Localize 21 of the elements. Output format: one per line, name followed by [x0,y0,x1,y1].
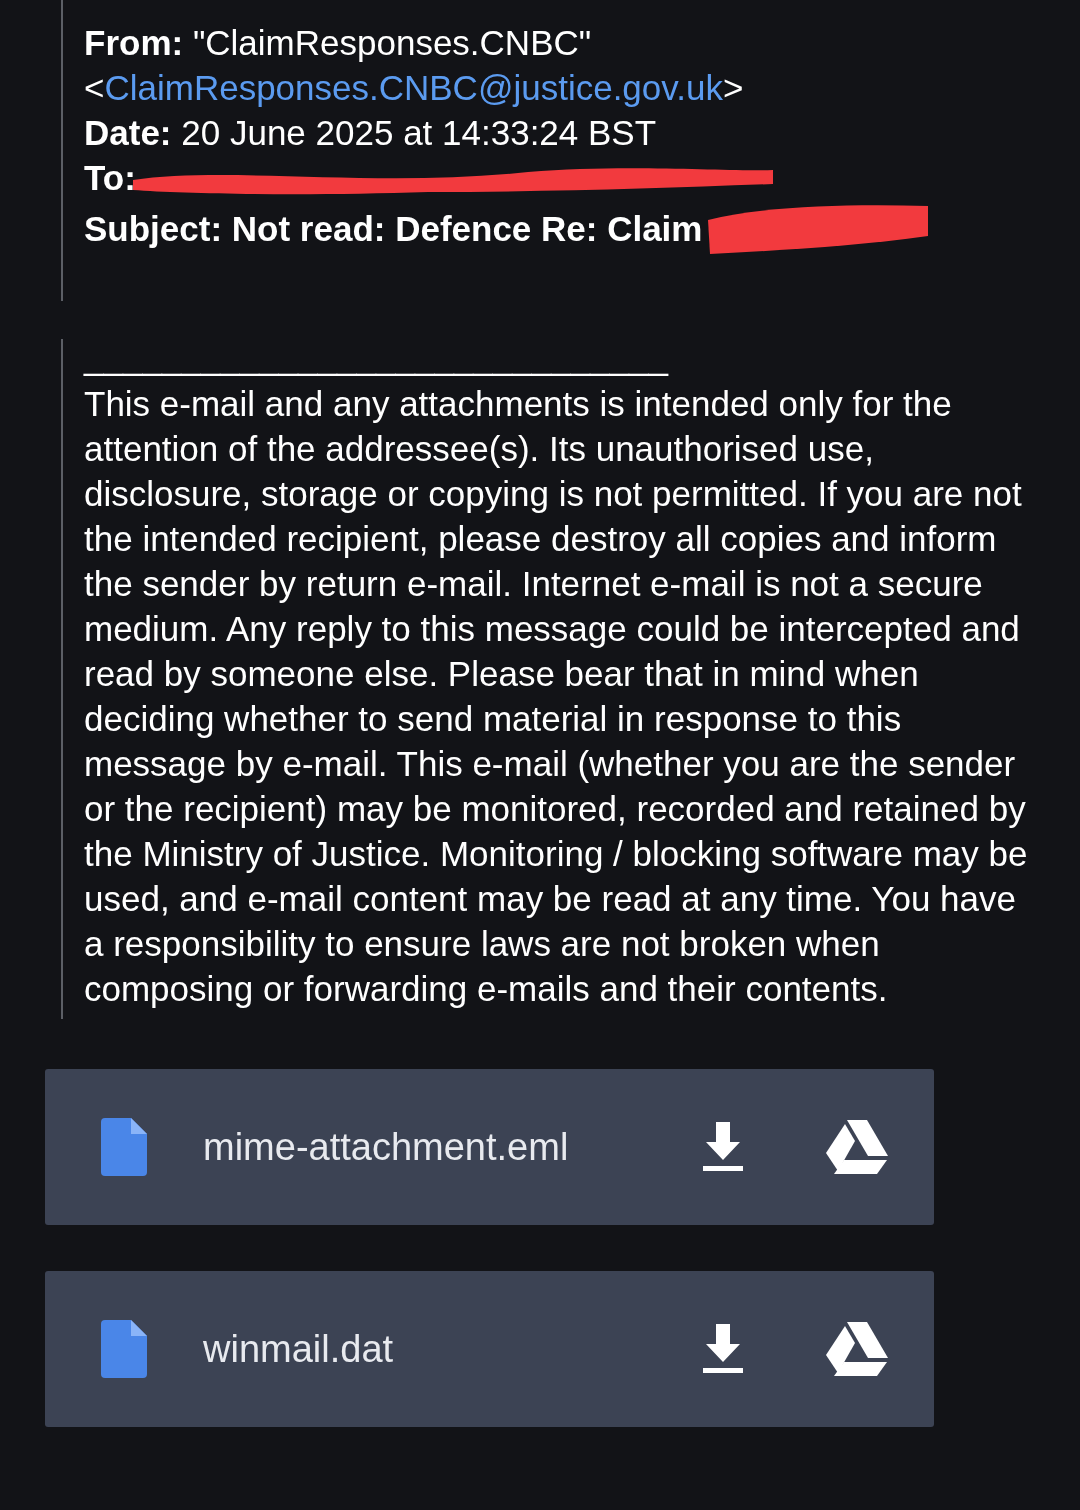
angle-bracket: > [722,68,744,107]
attachment-card[interactable]: winmail.dat [45,1271,934,1427]
file-icon [101,1118,147,1176]
sender-name: "ClaimResponses.CNBC" [192,23,592,62]
attachment-name: mime-attachment.eml [203,1124,570,1170]
file-icon [101,1320,147,1378]
drive-button[interactable] [826,1120,888,1174]
to-label: To: [84,157,136,199]
angle-bracket: < [84,68,105,107]
drive-button[interactable] [826,1322,888,1376]
confidentiality-notice: This e-mail and any attachments is intended only for the attention of the addressee(s). Its unauthorised use, disclosure, storage or copying is not permitted. If you are not the intended recipient, please destroy all copies and inform the sender by return e-mail. Internet e-mail is not a secure medium. Any reply to this message could be intercepted and read by someone else. Please bear that in mind when deciding whether to send material in response to this message by e-mail. This e-mail (whether you are the sender or the recipient) may be monitored, recorded and retained by the Ministry of Justice. Monitoring / blocking software may be used, and e-mail content may be read at any time. You have a responsibility to ensure laws are not broken when composing or forwarding e-mails and their contents. [84,383,1029,1010]
attachment-name: winmail.dat [203,1326,395,1372]
download-button[interactable] [702,1122,744,1172]
sender-email-link[interactable]: ClaimResponses.CNBC@justice.gov.uk [104,68,723,107]
download-button[interactable] [702,1324,744,1374]
attachment-card[interactable]: mime-attachment.eml [45,1069,934,1225]
divider-underscores: ______________________________ [84,339,670,378]
from-label: From: [84,23,184,62]
date-value: 20 June 2025 at 14:33:24 BST [181,113,657,152]
date-label: Date: [84,113,172,152]
subject-line: Subject: Not read: Defence Re: Claim [84,207,703,250]
